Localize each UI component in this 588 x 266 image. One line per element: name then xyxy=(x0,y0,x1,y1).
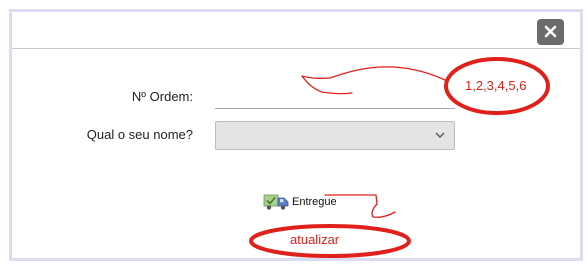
close-button[interactable] xyxy=(537,19,564,45)
delivered-label: Entregue xyxy=(292,196,337,208)
order-number-label: Nº Ordem: xyxy=(131,89,193,104)
order-number-input[interactable] xyxy=(215,85,455,109)
annotation-update-text: atualizar xyxy=(290,232,340,247)
close-icon xyxy=(544,25,557,38)
name-select[interactable] xyxy=(215,121,455,150)
annotation-numbers-text: 1,2,3,4,5,6 xyxy=(465,78,527,93)
delivered-button[interactable]: Entregue xyxy=(263,192,337,212)
delivery-truck-check-icon xyxy=(263,194,289,210)
name-label: Qual o seu nome? xyxy=(86,127,193,142)
chevron-down-icon xyxy=(435,132,445,138)
header-divider xyxy=(12,48,580,49)
